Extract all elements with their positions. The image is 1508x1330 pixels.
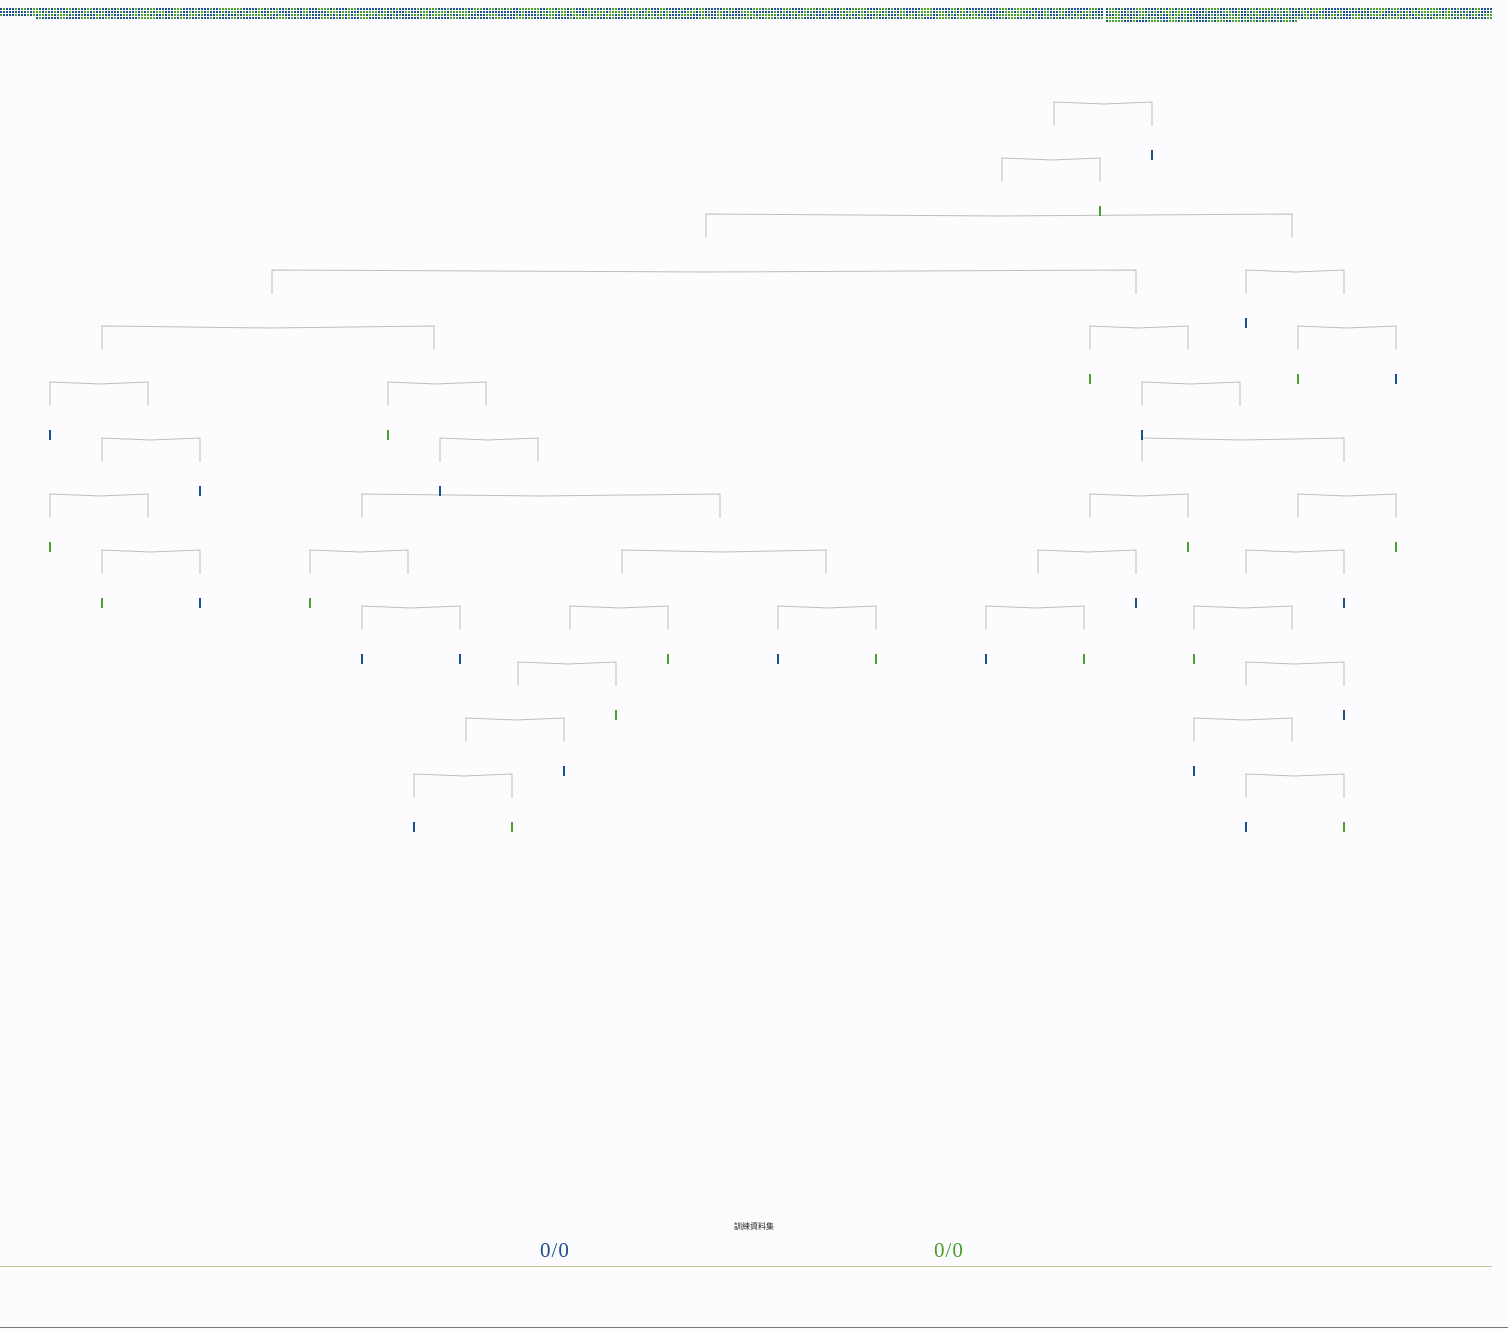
tree-leaf	[1245, 822, 1247, 832]
tree-leaf	[199, 486, 201, 496]
tree-split-node	[1297, 325, 1397, 350]
class-a-count: 0/0	[540, 1238, 570, 1262]
tree-split-node	[1089, 325, 1189, 350]
tree-split-node	[271, 269, 1137, 294]
tree-leaf	[1151, 150, 1153, 160]
tree-leaf	[459, 654, 461, 664]
tree-split-node	[1001, 157, 1101, 182]
tree-leaf	[387, 430, 389, 440]
tree-split-node	[439, 437, 539, 462]
tree-leaf	[1297, 374, 1299, 384]
tree-leaf	[511, 822, 513, 832]
tree-leaf	[1245, 318, 1247, 328]
tree-leaf	[101, 598, 103, 608]
tree-leaf	[1395, 542, 1397, 552]
tree-split-node	[49, 493, 149, 518]
tree-split-node	[413, 773, 513, 798]
tree-split-node	[309, 549, 409, 574]
tree-leaf	[1135, 598, 1137, 608]
tree-leaf	[439, 486, 441, 496]
tree-leaf	[1343, 598, 1345, 608]
baseline	[0, 1266, 1492, 1267]
tree-leaf	[1193, 766, 1195, 776]
tree-split-node	[1089, 493, 1189, 518]
tree-leaf	[1187, 542, 1189, 552]
tree-leaf	[413, 822, 415, 832]
tree-split-node	[569, 605, 669, 630]
tree-split-node	[101, 325, 435, 350]
tree-split-node	[1245, 549, 1345, 574]
tree-split-node	[517, 661, 617, 686]
tree-split-node	[1053, 101, 1153, 126]
tree-split-node	[101, 549, 201, 574]
tree-split-node	[1297, 493, 1397, 518]
tree-split-node	[1245, 269, 1345, 294]
tree-leaf	[985, 654, 987, 664]
tree-split-node	[1141, 381, 1241, 406]
tree-leaf	[1193, 654, 1195, 664]
tree-split-node	[1245, 661, 1345, 686]
tree-leaf	[361, 654, 363, 664]
bottom-divider	[0, 1327, 1508, 1328]
tree-split-node	[49, 381, 149, 406]
tree-leaf	[1343, 710, 1345, 720]
tree-split-node	[465, 717, 565, 742]
tree-leaf	[563, 766, 565, 776]
tree-leaf	[1141, 430, 1143, 440]
tree-split-node	[1141, 437, 1345, 462]
tree-split-node	[985, 605, 1085, 630]
tree-leaf	[777, 654, 779, 664]
decision-tree	[49, 101, 1397, 832]
tree-split-node	[387, 381, 487, 406]
tree-split-node	[1037, 549, 1137, 574]
tree-leaf	[1343, 822, 1345, 832]
tree-leaf	[1089, 374, 1091, 384]
tree-split-node	[101, 437, 201, 462]
tree-leaf	[615, 710, 617, 720]
tree-leaf	[49, 430, 51, 440]
tree-split-node	[1193, 717, 1293, 742]
tree-leaf	[49, 542, 51, 552]
tree-leaf	[309, 598, 311, 608]
tree-leaf	[1099, 206, 1101, 216]
tree-leaf	[667, 654, 669, 664]
tree-split-node	[1245, 773, 1345, 798]
class-b-count: 0/0	[934, 1238, 964, 1262]
tree-leaf	[875, 654, 877, 664]
tree-split-node	[361, 605, 461, 630]
tree-split-node	[705, 213, 1293, 238]
tree-leaf	[199, 598, 201, 608]
tree-split-node	[361, 493, 721, 518]
tree-leaf	[1395, 374, 1397, 384]
tree-split-node	[621, 549, 827, 574]
tree-leaf	[1083, 654, 1085, 664]
tree-split-node	[777, 605, 877, 630]
tree-split-node	[1193, 605, 1293, 630]
dataset-title: 訓練資料集	[734, 1222, 774, 1231]
